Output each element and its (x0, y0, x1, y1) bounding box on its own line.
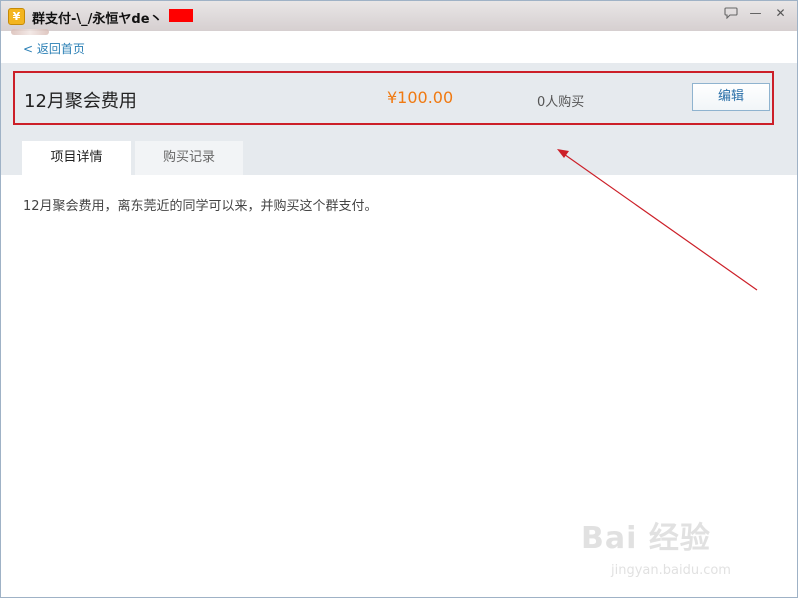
chat-bubble-icon[interactable] (720, 4, 741, 21)
window-controls: — ✕ (720, 4, 791, 21)
item-name: 12月聚会费用 (24, 91, 137, 112)
tab-project-details[interactable]: 项目详情 (22, 141, 131, 175)
item-summary-row: 12月聚会费用 ¥100.00 0人购买 编辑 (13, 71, 774, 125)
blurred-avatar-strip (11, 29, 49, 35)
item-header-panel: 12月聚会费用 ¥100.00 0人购买 编辑 项目详情 购买记录 (1, 63, 797, 175)
item-description: 12月聚会费用，离东莞近的同学可以来，并购买这个群支付。 (23, 199, 378, 214)
buyer-count: 0人购买 (537, 95, 585, 110)
redaction-block (169, 9, 193, 22)
edit-button[interactable]: 编辑 (692, 83, 770, 111)
item-price: ¥100.00 (387, 88, 454, 107)
close-button[interactable]: ✕ (770, 4, 791, 21)
window-title: 群支付-\_/永恒ヤde丶 (32, 12, 163, 27)
title-bar[interactable]: ¥ 群支付-\_/永恒ヤde丶 — ✕ (1, 1, 797, 35)
back-to-home-link[interactable]: < 返回首页 (23, 40, 85, 57)
group-payment-window: ¥ 群支付-\_/永恒ヤde丶 — ✕ < 返回首页 12月聚会费用 ¥100.… (0, 0, 798, 598)
baidu-jingyan-watermark: Bai 经验 jingyan.baidu.com (581, 513, 781, 585)
tab-purchase-records[interactable]: 购买记录 (135, 141, 243, 175)
minimize-button[interactable]: — (745, 4, 766, 21)
yuan-app-icon: ¥ (8, 8, 25, 25)
watermark-url: jingyan.baidu.com (611, 563, 731, 578)
watermark-brand: Bai 经验 (581, 521, 711, 556)
